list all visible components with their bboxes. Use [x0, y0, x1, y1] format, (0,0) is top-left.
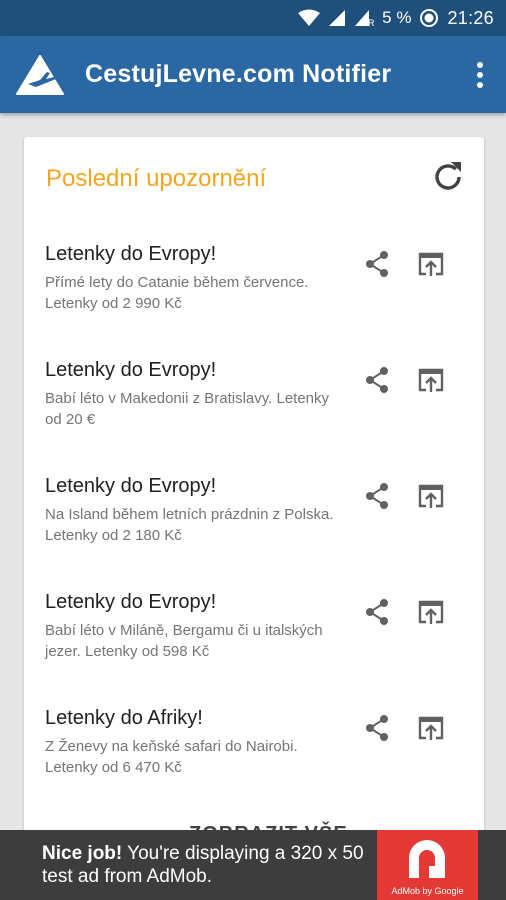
notification-title: Letenky do Afriky! [45, 707, 203, 729]
notification-item[interactable]: Letenky do Evropy! Babí léto v Miláně, B… [24, 591, 484, 707]
admob-logo[interactable]: AdMob by Google [377, 830, 478, 900]
notification-item[interactable]: Letenky do Afriky! Z Ženevy na keňské sa… [24, 707, 484, 823]
more-vert-icon[interactable] [468, 58, 492, 92]
notification-description: Z Ženevy na keňské safari do Nairobi. Le… [45, 738, 298, 776]
notification-item[interactable]: Letenky do Evropy! Na Island během letní… [24, 475, 484, 591]
wifi-icon [298, 9, 321, 26]
share-icon[interactable] [362, 713, 392, 743]
signal-icon [329, 10, 346, 26]
notification-description: Na Island během letních prázdnin z Polsk… [45, 506, 334, 544]
battery-icon [420, 9, 439, 27]
notification-title: Letenky do Evropy! [45, 243, 217, 265]
airplane-logo-icon [16, 55, 64, 95]
battery-percent: 5 % [382, 8, 412, 27]
ad-text-bold: Nice job! [42, 843, 123, 864]
status-icons: R 5 % 21:26 [298, 0, 494, 36]
open-in-browser-icon[interactable] [416, 249, 446, 279]
share-icon[interactable] [362, 481, 392, 511]
notification-title: Letenky do Evropy! [45, 359, 217, 381]
notification-description: Babí léto v Makedonii z Bratislavy. Lete… [45, 390, 330, 428]
ad-banner[interactable]: Nice job! You're displaying a 320 x 50 t… [0, 830, 506, 900]
notification-item[interactable]: Letenky do Evropy! Babí léto v Makedonii… [24, 359, 484, 475]
svg-text:R: R [368, 18, 374, 27]
notification-title: Letenky do Evropy! [45, 475, 217, 497]
open-in-browser-icon[interactable] [416, 365, 446, 395]
notification-description: Babí léto v Miláně, Bergamu či u italský… [45, 622, 323, 660]
status-time: 21:26 [447, 7, 494, 28]
app-bar: CestujLevne.com Notifier [0, 36, 506, 113]
status-bar: R 5 % 21:26 [0, 0, 506, 36]
open-in-browser-icon[interactable] [416, 713, 446, 743]
admob-logo-icon [409, 840, 445, 878]
refresh-icon[interactable] [430, 159, 466, 195]
card-title: Poslední upozornění [46, 165, 267, 192]
admob-caption: AdMob by Google [391, 886, 464, 896]
app-title: CestujLevne.com Notifier [85, 60, 392, 88]
share-icon[interactable] [362, 597, 392, 627]
ad-text: Nice job! You're displaying a 320 x 50 t… [42, 842, 382, 888]
share-icon[interactable] [362, 365, 392, 395]
notification-item[interactable]: Letenky do Evropy! Přímé lety do Catanie… [24, 243, 484, 359]
share-icon[interactable] [362, 249, 392, 279]
open-in-browser-icon[interactable] [416, 481, 446, 511]
notification-description: Přímé lety do Catanie během července. Le… [45, 274, 309, 312]
open-in-browser-icon[interactable] [416, 597, 446, 627]
notifications-card: Poslední upozornění Letenky do Evropy! P… [24, 137, 484, 857]
signal-r-icon: R [355, 10, 374, 27]
notification-title: Letenky do Evropy! [45, 591, 217, 613]
